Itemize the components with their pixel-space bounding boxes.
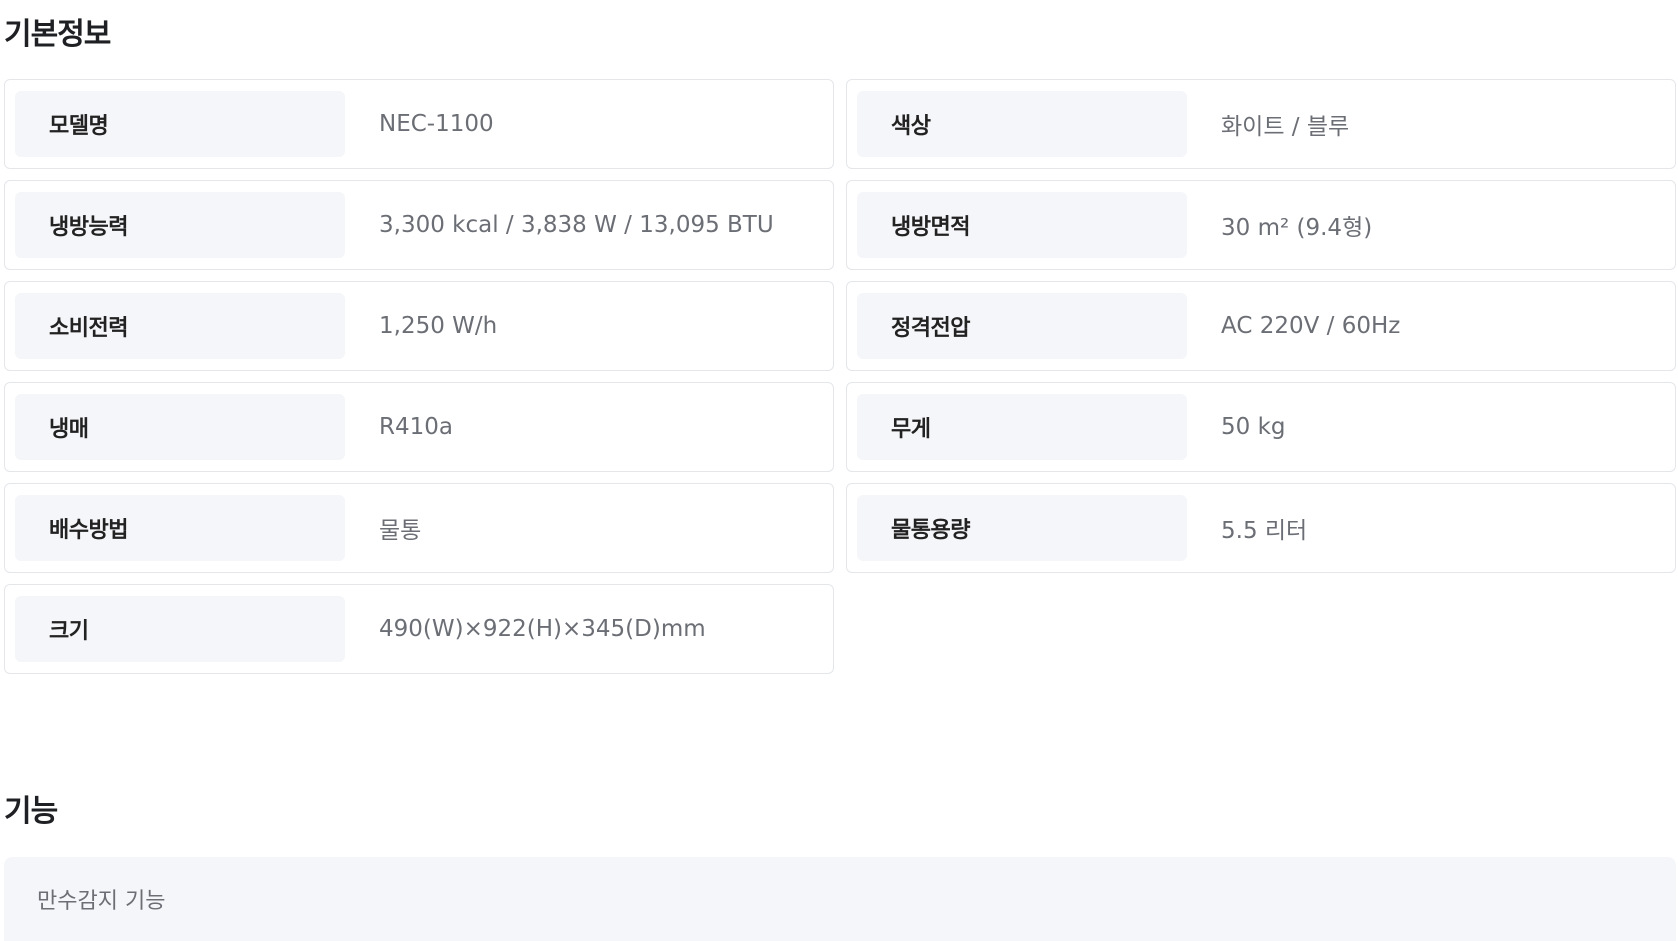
spec-label: 색상 [857, 91, 1187, 157]
spec-value: 화이트 / 블루 [1221, 114, 1350, 140]
spec-label: 배수방법 [15, 495, 345, 561]
spec-card-model: 모델명 NEC-1100 [4, 79, 834, 169]
spec-card-size: 크기 490(W)×922(H)×345(D)mm [4, 584, 834, 674]
spec-label: 냉방능력 [15, 192, 345, 258]
spec-value: 3,300 kcal / 3,838 W / 13,095 BTU [379, 212, 774, 238]
spec-value: 5.5 리터 [1221, 518, 1308, 544]
spec-value: NEC-1100 [379, 111, 494, 137]
spec-label: 모델명 [15, 91, 345, 157]
spec-card-tank-capacity: 물통용량 5.5 리터 [846, 483, 1676, 573]
spec-label: 정격전압 [857, 293, 1187, 359]
spec-value: 30 m² (9.4형) [1221, 215, 1373, 241]
feature-item: 만수감지 기능 [4, 857, 1676, 941]
spec-card-rated-voltage: 정격전압 AC 220V / 60Hz [846, 281, 1676, 371]
spec-card-cooling-area: 냉방면적 30 m² (9.4형) [846, 180, 1676, 270]
spec-value: AC 220V / 60Hz [1221, 313, 1401, 339]
spec-label: 소비전력 [15, 293, 345, 359]
spec-value: 물통 [379, 518, 422, 544]
spec-card-refrigerant: 냉매 R410a [4, 382, 834, 472]
spec-value: R410a [379, 414, 453, 440]
spec-card-color: 색상 화이트 / 블루 [846, 79, 1676, 169]
spec-value: 50 kg [1221, 414, 1286, 440]
spec-card-drainage: 배수방법 물통 [4, 483, 834, 573]
spec-label: 무게 [857, 394, 1187, 460]
spec-label: 크기 [15, 596, 345, 662]
spec-value: 490(W)×922(H)×345(D)mm [379, 616, 706, 642]
spec-label: 물통용량 [857, 495, 1187, 561]
spec-grid: 모델명 NEC-1100 색상 화이트 / 블루 냉방능력 3,300 kcal… [4, 79, 1676, 674]
spec-card-weight: 무게 50 kg [846, 382, 1676, 472]
spec-card-power-consumption: 소비전력 1,250 W/h [4, 281, 834, 371]
basic-info-title: 기본정보 [4, 17, 111, 52]
spec-label: 냉매 [15, 394, 345, 460]
spec-value: 1,250 W/h [379, 313, 498, 339]
features-title: 기능 [4, 794, 58, 829]
spec-card-cooling-capacity: 냉방능력 3,300 kcal / 3,838 W / 13,095 BTU [4, 180, 834, 270]
spec-label: 냉방면적 [857, 192, 1187, 258]
